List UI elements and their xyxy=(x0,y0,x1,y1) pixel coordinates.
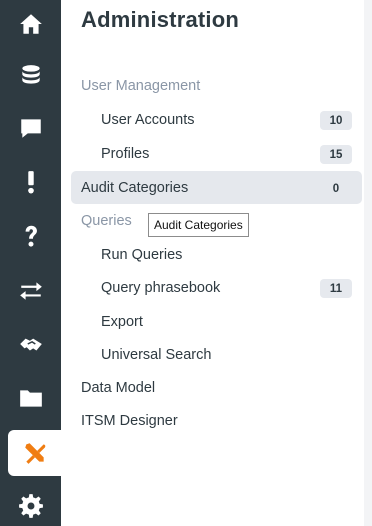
question-icon[interactable] xyxy=(0,212,61,260)
count-badge: 0 xyxy=(332,182,340,195)
panel-scroll-edge xyxy=(364,0,372,526)
menu-item-run-queries[interactable]: Run Queries xyxy=(71,238,362,271)
menu-label: User Accounts xyxy=(101,111,195,128)
menu-label: Query phrasebook xyxy=(101,279,221,296)
gear-icon[interactable] xyxy=(0,482,61,526)
admin-panel: Administration User Management User Acco… xyxy=(61,0,372,526)
menu-item-data-model[interactable]: Data Model xyxy=(71,371,362,404)
transfer-arrows-icon[interactable] xyxy=(0,266,61,314)
menu-label: Universal Search xyxy=(101,346,212,363)
menu-label: Data Model xyxy=(81,379,156,396)
menu-label: Profiles xyxy=(101,145,150,162)
menu-item-audit-categories[interactable]: Audit Categories 0 xyxy=(71,171,362,204)
exclamation-icon[interactable] xyxy=(0,158,61,206)
menu-item-profiles[interactable]: Profiles 15 xyxy=(71,137,362,170)
database-icon[interactable] xyxy=(0,52,61,100)
menu-item-export[interactable]: Export xyxy=(71,305,362,338)
folder-icon[interactable] xyxy=(0,374,61,422)
menu-label: User Management xyxy=(81,77,201,94)
chat-icon[interactable] xyxy=(0,104,61,152)
menu-label: Audit Categories xyxy=(81,179,189,196)
page-title: Administration xyxy=(81,7,240,32)
menu-item-query-phrasebook[interactable]: Query phrasebook 11 xyxy=(71,271,362,304)
home-icon[interactable] xyxy=(0,0,61,48)
menu-label: Queries xyxy=(81,212,132,229)
menu-label: Export xyxy=(101,313,143,330)
count-badge: 15 xyxy=(320,145,352,164)
menu-item-universal-search[interactable]: Universal Search xyxy=(71,338,362,371)
menu-label: ITSM Designer xyxy=(81,412,178,429)
menu-item-itsm-designer[interactable]: ITSM Designer xyxy=(71,404,362,437)
tooltip: Audit Categories xyxy=(148,213,249,237)
count-badge: 10 xyxy=(320,111,352,130)
menu-label: Run Queries xyxy=(101,246,183,263)
sidebar-rail xyxy=(0,0,61,526)
menu-item-user-accounts[interactable]: User Accounts 10 xyxy=(71,103,362,136)
section-user-management: User Management xyxy=(71,69,362,102)
count-badge: 11 xyxy=(320,279,352,298)
tools-icon[interactable] xyxy=(8,430,61,476)
handshake-icon[interactable] xyxy=(0,320,61,368)
